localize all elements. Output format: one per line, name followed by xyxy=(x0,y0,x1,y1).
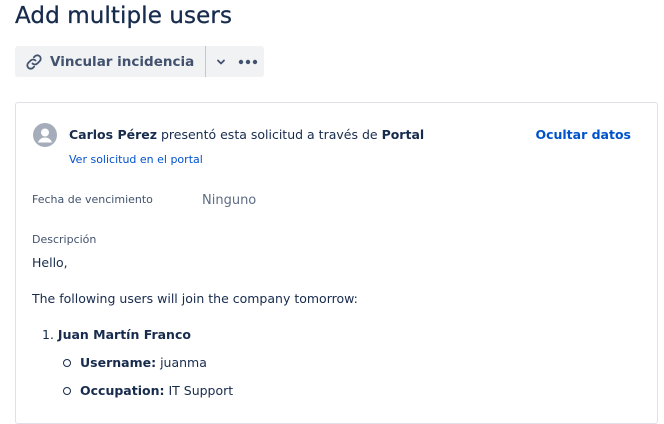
username-key: Username: xyxy=(80,355,157,370)
request-channel: Portal xyxy=(381,127,425,142)
page-title: Add multiple users xyxy=(15,3,233,29)
view-in-portal-link[interactable]: Ver solicitud en el portal xyxy=(69,153,203,166)
raised-text: presentó esta solicitud a través de xyxy=(160,127,378,142)
requester-name[interactable]: Carlos Pérez xyxy=(69,127,157,142)
list-item-number: 1. xyxy=(42,327,54,342)
description-intro: The following users will join the compan… xyxy=(32,291,358,306)
chevron-down-icon xyxy=(217,59,226,64)
occupation-value: IT Support xyxy=(168,383,234,398)
link-issue-button[interactable]: Vincular incidencia xyxy=(15,46,207,77)
bullet-icon xyxy=(63,387,71,395)
description-greeting: Hello, xyxy=(32,255,68,270)
more-icon xyxy=(238,59,258,64)
description-label: Descripción xyxy=(32,233,97,246)
link-icon xyxy=(26,53,42,70)
hide-details-link[interactable]: Ocultar datos xyxy=(535,127,631,142)
sub-list-item-username: Username: juanma xyxy=(80,355,207,370)
user-avatar-icon xyxy=(33,123,57,147)
list-item: 1. Juan Martín Franco xyxy=(42,327,191,342)
request-details-card: Carlos Pérez presentó esta solicitud a t… xyxy=(15,102,658,424)
due-date-label: Fecha de vencimiento xyxy=(32,193,153,206)
link-issue-button-group: Vincular incidencia xyxy=(15,46,237,77)
due-date-value[interactable]: Ninguno xyxy=(202,193,256,208)
more-actions-button[interactable] xyxy=(232,46,264,77)
link-issue-label: Vincular incidencia xyxy=(50,53,195,70)
sub-list-item-occupation: Occupation: IT Support xyxy=(80,383,233,398)
username-value: juanma xyxy=(160,355,207,370)
bullet-icon xyxy=(63,359,71,367)
occupation-key: Occupation: xyxy=(80,383,165,398)
requester-line: Carlos Pérez presentó esta solicitud a t… xyxy=(69,127,424,142)
list-item-name: Juan Martín Franco xyxy=(57,327,191,342)
